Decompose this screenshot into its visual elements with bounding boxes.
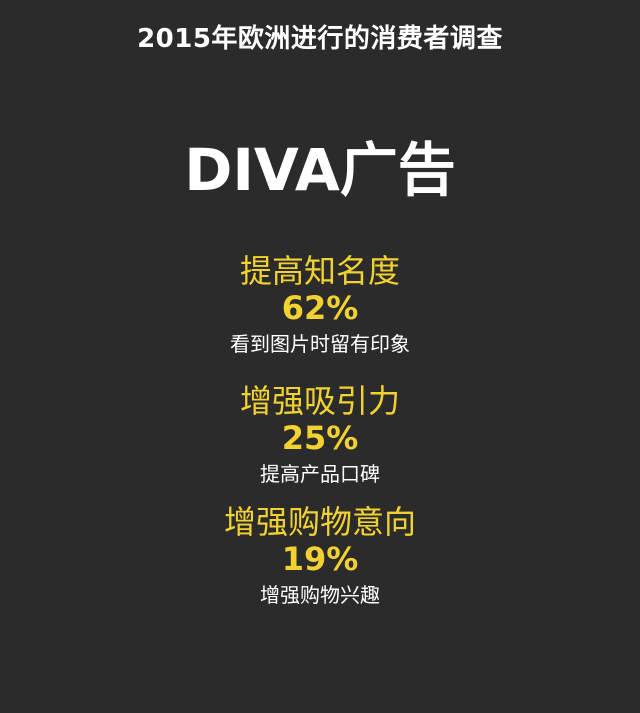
stat-block-attraction: 增强吸引力 25% 提高产品口碑 [0,382,640,488]
stat-block-awareness: 提高知名度 62% 看到图片时留有印象 [0,252,640,358]
stat-description: 提高产品口碑 [260,462,380,486]
stat-heading: 增强购物意向 [223,503,416,541]
stat-percent: 19% [281,540,359,578]
stat-description: 看到图片时留有印象 [230,332,410,356]
stat-percent: 62% [281,289,359,327]
stat-heading: 增强吸引力 [239,382,400,420]
infographic-page: 2015年欧洲进行的消费者调查 DIVA广告 提高知名度 62% 看到图片时留有… [0,0,640,713]
stat-percent: 25% [281,419,359,457]
stat-description: 增强购物兴趣 [260,583,380,607]
survey-title: 2015年欧洲进行的消费者调查 [137,24,503,54]
stat-block-purchase-intent: 增强购物意向 19% 增强购物兴趣 [0,503,640,609]
page-title: DIVA广告 [184,136,456,204]
stat-heading: 提高知名度 [239,252,400,290]
